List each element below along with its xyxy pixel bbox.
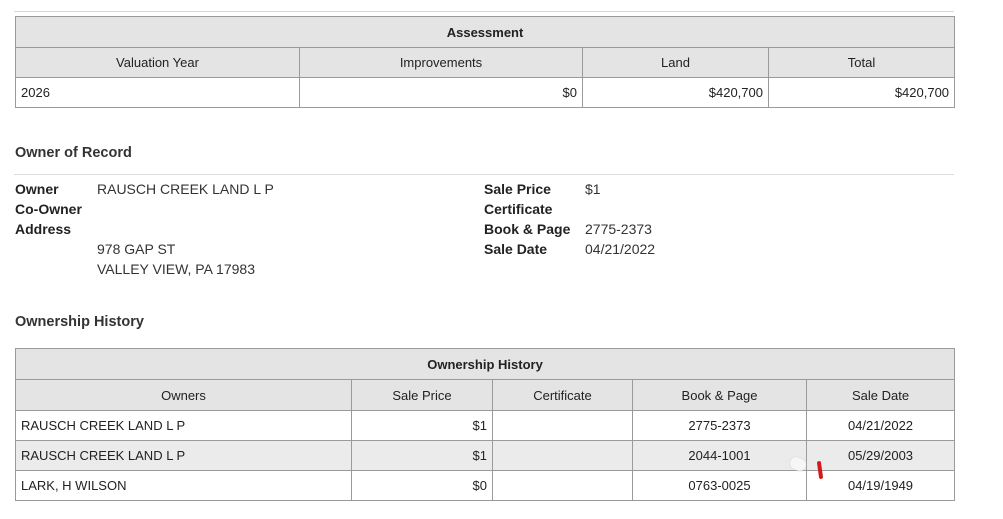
cell-sale-date: 04/19/1949 <box>805 470 956 501</box>
sale-date-label: Sale Date <box>484 241 548 257</box>
col-owners: Owners <box>15 379 352 411</box>
cell-valuation-year: 2026 <box>15 77 300 108</box>
table-row: RAUSCH CREEK LAND L P $1 2044-1001 05/29… <box>15 440 956 471</box>
certificate-label: Certificate <box>484 201 553 217</box>
cell-book-page: 2044-1001 <box>632 440 807 471</box>
sale-date-value: 04/21/2022 <box>585 241 656 257</box>
table-row: LARK, H WILSON $0 0763-0025 04/19/1949 <box>15 470 956 501</box>
cell-book-page: 0763-0025 <box>632 470 807 501</box>
history-section-title: Ownership History <box>15 314 144 330</box>
col-improvements: Improvements <box>299 47 583 78</box>
table-row: 2026 $0 $420,700 $420,700 <box>15 77 956 108</box>
cell-sale-price: $0 <box>351 470 493 501</box>
owner-value: RAUSCH CREEK LAND L P <box>97 181 274 197</box>
sale-price-value: $1 <box>585 181 601 197</box>
cell-owner: RAUSCH CREEK LAND L P <box>15 410 352 441</box>
co-owner-label: Co-Owner <box>15 201 82 217</box>
owner-section-divider <box>14 174 954 175</box>
cell-sale-date: 04/21/2022 <box>805 410 956 441</box>
col-sale-price: Sale Price <box>351 379 493 411</box>
history-caption: Ownership History <box>14 348 956 380</box>
cell-sale-price: $1 <box>351 410 493 441</box>
assessment-caption: Assessment <box>14 16 956 48</box>
cell-sale-date: 05/29/2003 <box>805 440 956 471</box>
ownership-history-table: Ownership History Owners Sale Price Cert… <box>14 348 956 501</box>
col-land: Land <box>582 47 769 78</box>
owner-label: Owner <box>15 181 59 197</box>
table-row: RAUSCH CREEK LAND L P $1 2775-2373 04/21… <box>15 410 956 441</box>
book-page-value: 2775-2373 <box>585 221 652 237</box>
sale-price-label: Sale Price <box>484 181 551 197</box>
cell-sale-price: $1 <box>351 440 493 471</box>
cell-owner: RAUSCH CREEK LAND L P <box>15 440 352 471</box>
cell-certificate <box>492 440 633 471</box>
owner-details: Owner RAUSCH CREEK LAND L P Co-Owner Add… <box>15 179 465 279</box>
cell-land: $420,700 <box>582 77 769 108</box>
address-line2: VALLEY VIEW, PA 17983 <box>97 261 255 277</box>
address-line1: 978 GAP ST <box>97 241 176 257</box>
address-label: Address <box>15 221 72 237</box>
cell-improvements: $0 <box>299 77 583 108</box>
col-total: Total <box>767 47 956 78</box>
cell-certificate <box>492 470 633 501</box>
book-page-label: Book & Page <box>484 221 571 237</box>
col-book-page: Book & Page <box>632 379 807 411</box>
cell-book-page: 2775-2373 <box>632 410 807 441</box>
col-sale-date: Sale Date <box>805 379 956 411</box>
col-valuation-year: Valuation Year <box>15 47 300 78</box>
sale-details: Sale Price $1 Certificate Book & Page 27… <box>484 179 784 259</box>
cell-total: $420,700 <box>767 77 956 108</box>
cell-owner: LARK, H WILSON <box>15 470 352 501</box>
cell-certificate <box>492 410 633 441</box>
owner-section-title: Owner of Record <box>15 145 132 161</box>
assessment-table: Assessment Valuation Year Improvements L… <box>14 16 956 108</box>
top-divider <box>14 11 954 12</box>
col-certificate: Certificate <box>492 379 633 411</box>
